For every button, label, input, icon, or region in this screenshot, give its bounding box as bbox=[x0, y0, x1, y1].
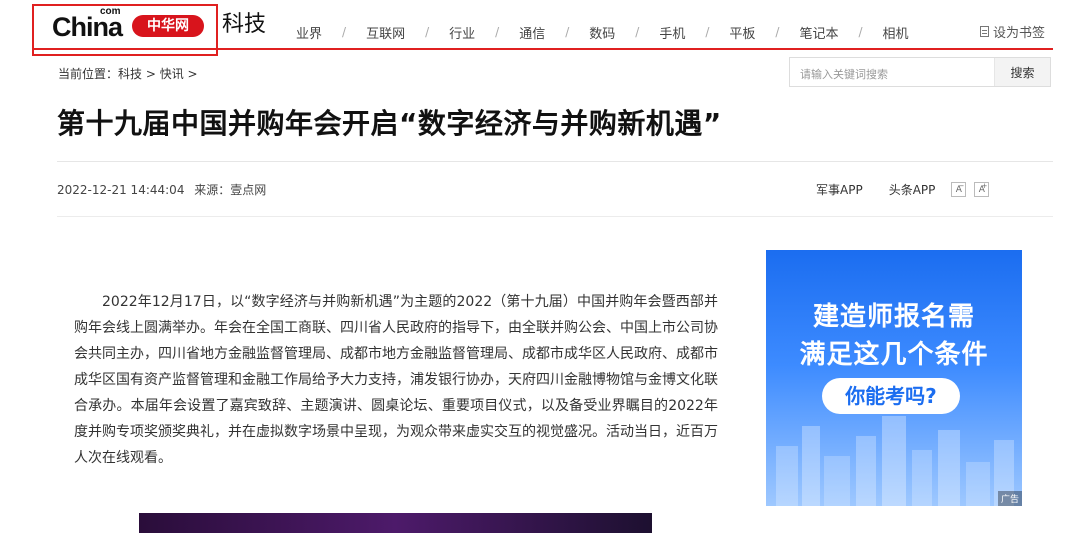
nav-item-tablet[interactable]: 平板 bbox=[719, 23, 765, 42]
nav-separator: / bbox=[858, 25, 863, 39]
breadcrumb-item-news[interactable]: 快讯 bbox=[160, 67, 184, 81]
nav-item-camera[interactable]: 相机 bbox=[873, 23, 919, 42]
publish-datetime: 2022-12-21 14:44:04 bbox=[57, 183, 185, 197]
header-divider bbox=[32, 48, 1053, 50]
nav-separator: / bbox=[495, 25, 500, 39]
channel-nav: 业界 / 互联网 / 行业 / 通信 / 数码 / 手机 / 平板 / 笔记本 … bbox=[286, 22, 919, 42]
article-image bbox=[139, 513, 652, 533]
ad-headline-line1: 建造师报名需 bbox=[812, 302, 975, 332]
breadcrumb-separator: > bbox=[183, 67, 198, 81]
font-size-decrease-button[interactable]: A − bbox=[951, 182, 967, 197]
search-button[interactable]: 搜索 bbox=[994, 58, 1050, 86]
nav-separator: / bbox=[565, 25, 570, 39]
nav-separator: / bbox=[635, 25, 640, 39]
nav-separator: / bbox=[775, 25, 780, 39]
logo-com-text: com bbox=[100, 6, 121, 17]
search-input[interactable] bbox=[790, 58, 994, 86]
meta-divider bbox=[57, 216, 1053, 217]
plus-icon: + bbox=[981, 182, 988, 190]
article-title: 第十九届中国并购年会开启“数字经济与并购新机遇” bbox=[57, 107, 722, 140]
city-skyline-graphic bbox=[776, 416, 1014, 506]
nav-separator: / bbox=[705, 25, 710, 39]
nav-item-digital[interactable]: 数码 bbox=[579, 23, 625, 42]
military-app-link[interactable]: 军事APP bbox=[816, 181, 863, 198]
headline-app-link[interactable]: 头条APP bbox=[889, 181, 936, 198]
font-size-increase-button[interactable]: A + bbox=[974, 182, 990, 197]
bookmark-button[interactable]: 设为书签 bbox=[980, 22, 1045, 41]
breadcrumb-item-tech[interactable]: 科技 bbox=[118, 67, 142, 81]
nav-item-industry[interactable]: 业界 bbox=[286, 23, 332, 42]
bookmark-label: 设为书签 bbox=[993, 26, 1046, 41]
top-header: China com 中华网 科技 业界 / 互联网 / 行业 / 通信 / 数码… bbox=[0, 0, 1080, 56]
nav-item-phone[interactable]: 手机 bbox=[649, 23, 695, 42]
source-name: 壹点网 bbox=[230, 183, 267, 197]
title-divider bbox=[57, 161, 1053, 162]
logo-zhonghuawang-pill: 中华网 bbox=[132, 15, 204, 37]
nav-separator: / bbox=[342, 25, 347, 39]
section-title[interactable]: 科技 bbox=[222, 10, 266, 40]
source-label: 来源： bbox=[194, 183, 231, 197]
minus-icon: − bbox=[958, 182, 965, 190]
bookmark-icon bbox=[980, 26, 989, 37]
app-links: 军事APP 头条APP A − A + bbox=[816, 181, 990, 198]
search-bar: 搜索 bbox=[789, 57, 1051, 87]
ad-cta-pill: 你能考吗? bbox=[822, 378, 960, 414]
breadcrumb: 当前位置：科技 > 快讯 > bbox=[58, 65, 198, 82]
nav-item-sector[interactable]: 行业 bbox=[439, 23, 485, 42]
nav-item-internet[interactable]: 互联网 bbox=[356, 23, 415, 42]
breadcrumb-prefix: 当前位置： bbox=[58, 67, 119, 81]
ad-headline-line2: 满足这几个条件 bbox=[799, 340, 989, 370]
article-meta: 2022-12-21 14:44:04 来源：壹点网 bbox=[57, 181, 272, 198]
nav-item-telecom[interactable]: 通信 bbox=[509, 23, 555, 42]
breadcrumb-separator: > bbox=[142, 67, 160, 81]
nav-separator: / bbox=[425, 25, 430, 39]
ad-label: 广告 bbox=[997, 491, 1022, 506]
side-advertisement[interactable]: 建造师报名需 满足这几个条件 你能考吗? 广告 bbox=[766, 250, 1022, 506]
nav-item-laptop[interactable]: 笔记本 bbox=[789, 23, 848, 42]
article-paragraph: 2022年12月17日，以“数字经济与并购新机遇”为主题的2022（第十九届）中… bbox=[74, 294, 718, 466]
